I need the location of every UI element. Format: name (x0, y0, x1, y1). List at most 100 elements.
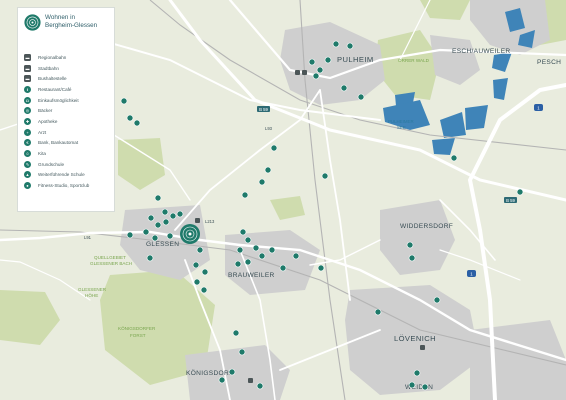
poi-marker (193, 278, 201, 286)
poi-marker (324, 56, 332, 64)
poi-marker (244, 258, 252, 266)
fitness-icon: ● (24, 182, 31, 190)
bus-stop-marker (248, 378, 253, 383)
legend-item-label: Kita (38, 151, 46, 157)
poi-marker (408, 381, 416, 389)
poi-marker (264, 166, 272, 174)
place-label-pesch: PESCH (537, 59, 561, 66)
bakery-icon: ◎ (24, 107, 31, 115)
poi-marker (234, 260, 242, 268)
legend-title-line2: Bergheim-Glessen (45, 21, 98, 29)
legend-item-einkauf: ◘ Einkaufsmöglichkeit (24, 95, 89, 106)
legend-title-line1: Wohnen in (45, 14, 75, 21)
label-quellgebiet-2: GLESSENER BACH (90, 261, 132, 266)
legend-item-restaurant: ǁ Restaurant/Café (24, 84, 89, 95)
poi-marker (154, 194, 162, 202)
legend-item-label: Apotheke (38, 118, 58, 124)
label-glessener-hoehe-1: GLESSENER (78, 287, 107, 292)
label-pulheimer-see-2: SEE (397, 125, 406, 130)
label-koenigsdorfer-forst-2: FORST (130, 333, 146, 338)
poi-marker (258, 178, 266, 186)
legend-item-kita: ☺ Kita (24, 148, 89, 159)
poi-marker (126, 231, 134, 239)
legend-item-bushaltestelle: ▬ Bushaltestelle (24, 73, 89, 84)
poi-marker (161, 208, 169, 216)
poi-marker (151, 234, 159, 242)
poi-marker (154, 221, 162, 229)
bus-icon: ▬ (24, 75, 31, 83)
label-quellgebiet-1: QUELLGEBIET (94, 255, 126, 260)
legend-item-fitness: ● Fitness-Studio, Sportclub (24, 180, 89, 191)
shopping-icon: ◘ (24, 96, 31, 104)
legend-title: Wohnen in Bergheim-Glessen (45, 14, 97, 29)
legend-item-regionalbahn: ▬ Regionalbahn (24, 52, 89, 63)
legend-item-label: Grundschule (38, 161, 65, 167)
poi-marker (421, 383, 429, 391)
poi-marker (142, 228, 150, 236)
poi-marker (196, 246, 204, 254)
legend-item-label: Regionalbahn (38, 54, 67, 60)
road-label-l93: L93 (265, 126, 273, 131)
road-label-b59-east: B 59 (506, 198, 515, 203)
legend-item-grundschule: ✎ Grundschule (24, 159, 89, 170)
restaurant-icon: ǁ (24, 85, 31, 93)
poi-marker (200, 286, 208, 294)
poi-marker (268, 246, 276, 254)
place-label-pulheim: PULHEIM (337, 55, 374, 64)
road-label-l213: L213 (205, 219, 215, 224)
poi-marker (120, 97, 128, 105)
poi-marker (357, 93, 365, 101)
legend-item-label: Stadtbahn (38, 65, 59, 71)
poi-marker (252, 244, 260, 252)
poi-marker (244, 236, 252, 244)
place-label-brauweiler: BRAUWEILER (228, 272, 275, 279)
poi-marker (146, 254, 154, 262)
road-label-l91: L91 (84, 235, 92, 240)
poi-marker (270, 144, 278, 152)
poi-marker (236, 246, 244, 254)
poi-marker (308, 58, 316, 66)
poi-marker (332, 40, 340, 48)
legend-item-weiterfuehrende-schule: ▲ Weiterführende Schule (24, 170, 89, 181)
glessen-location-marker[interactable] (180, 224, 200, 244)
poi-marker (256, 382, 264, 390)
poi-marker (516, 188, 524, 196)
poi-marker (413, 369, 421, 377)
primary-school-icon: ✎ (24, 160, 31, 168)
poi-marker (147, 214, 155, 222)
poi-marker (340, 84, 348, 92)
doctor-icon: + (24, 128, 31, 136)
poi-marker (228, 368, 236, 376)
road-label-b59-north: B 59 (259, 107, 268, 112)
bank-icon: € (24, 139, 31, 147)
poi-marker (166, 232, 174, 240)
poi-marker (232, 329, 240, 337)
bus-stop-marker (302, 70, 307, 75)
poi-marker (258, 252, 266, 260)
poi-marker (408, 254, 416, 262)
place-label-loevenich: LÖVENICH (394, 334, 436, 343)
legend-item-baecker: ◎ Bäcker (24, 105, 89, 116)
poi-marker (279, 264, 287, 272)
legend-item-label: Restaurant/Café (38, 86, 72, 92)
bus-stop-marker (195, 218, 200, 223)
legend-item-arzt: + Arzt (24, 127, 89, 138)
place-label-glessen: GLESSEN (146, 241, 179, 248)
poi-marker (346, 42, 354, 50)
legend-item-label: Bushaltestelle (38, 76, 67, 82)
poi-marker (218, 376, 226, 384)
poi-marker (238, 348, 246, 356)
poi-marker (374, 308, 382, 316)
poi-marker (450, 154, 458, 162)
label-koenigsdorfer-forst-1: KÖNIGSDORFER (118, 325, 156, 331)
glessen-logo-icon (24, 14, 41, 31)
legend-item-stadtbahn: ▬ Stadtbahn (24, 63, 89, 74)
place-label-esch-auweiler: ESCH/AUWEILER (452, 48, 511, 55)
poi-marker (169, 212, 177, 220)
place-label-koenigsdorf: KÖNIGSDORF (186, 369, 233, 377)
legend-item-label: Fitness-Studio, Sportclub (38, 183, 90, 189)
label-orrer-wald: ORRER WALD (398, 58, 430, 63)
tram-icon: ▬ (24, 64, 31, 72)
label-pulheimer-see-1: PULHEIMER (388, 119, 414, 124)
poi-marker (133, 119, 141, 127)
